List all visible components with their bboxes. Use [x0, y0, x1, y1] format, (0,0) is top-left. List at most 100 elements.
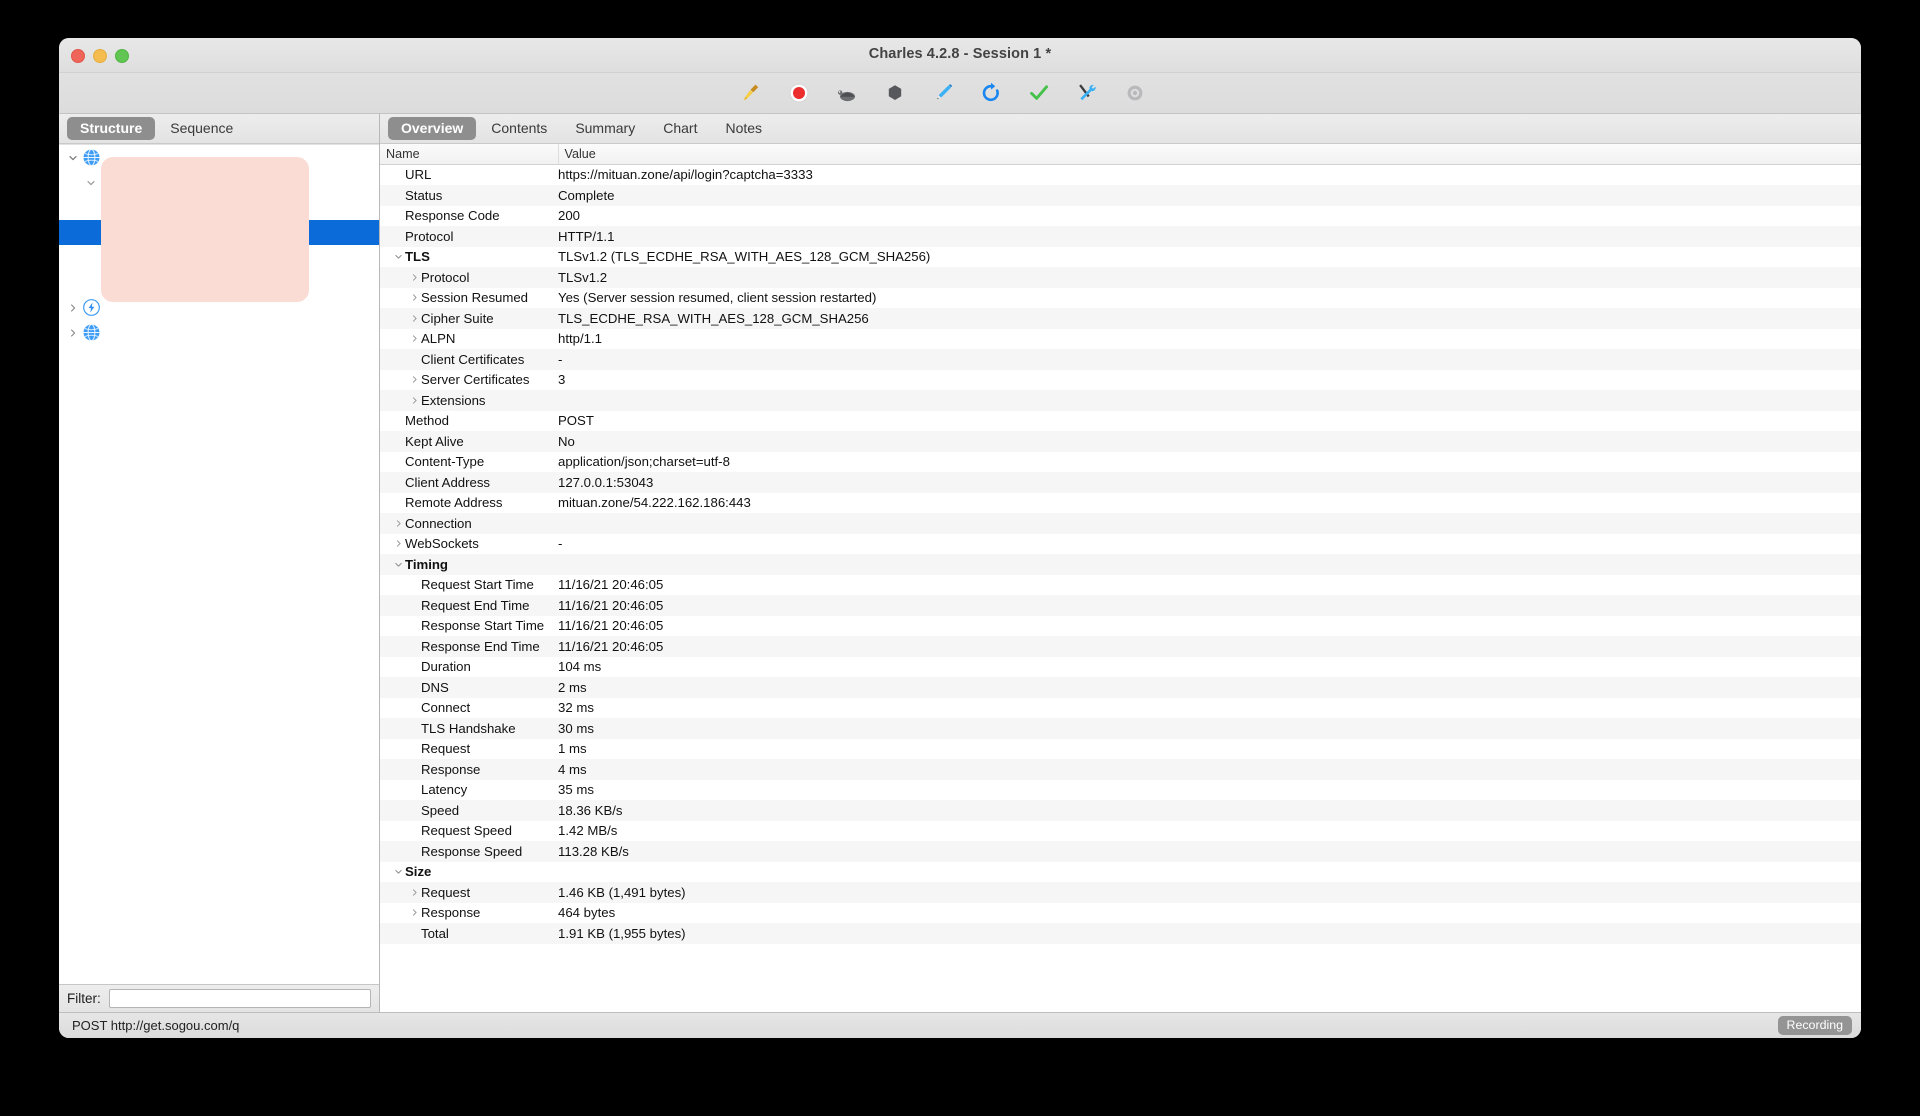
row-name-label: Request: [421, 741, 470, 756]
table-row[interactable]: Client Certificates-: [380, 349, 1861, 370]
table-row[interactable]: Speed18.36 KB/s: [380, 800, 1861, 821]
chevron-down-icon[interactable]: [65, 153, 81, 163]
tree-item-7[interactable]: [59, 320, 379, 345]
settings-icon[interactable]: [1111, 76, 1159, 110]
row-name-label: Kept Alive: [405, 434, 464, 449]
table-row[interactable]: URLhttps://mituan.zone/api/login?captcha…: [380, 164, 1861, 185]
table-row[interactable]: TLSTLSv1.2 (TLS_ECDHE_RSA_WITH_AES_128_G…: [380, 247, 1861, 268]
row-name-label: Remote Address: [405, 495, 503, 510]
table-row[interactable]: Response Speed113.28 KB/s: [380, 841, 1861, 862]
table-row[interactable]: Extensions: [380, 390, 1861, 411]
chevron-right-icon[interactable]: [65, 303, 81, 313]
session-tree[interactable]: [59, 144, 379, 984]
breakpoints-icon[interactable]: [871, 76, 919, 110]
tools-icon[interactable]: [1063, 76, 1111, 110]
throttle-icon[interactable]: [823, 76, 871, 110]
row-value-cell: TLS_ECDHE_RSA_WITH_AES_128_GCM_SHA256: [558, 308, 1861, 329]
table-row[interactable]: StatusComplete: [380, 185, 1861, 206]
row-value-cell: 1.91 KB (1,955 bytes): [558, 923, 1861, 944]
table-row[interactable]: Response Start Time11/16/21 20:46:05: [380, 616, 1861, 637]
column-header-value[interactable]: Value: [558, 144, 1861, 164]
chevron-down-icon[interactable]: [392, 866, 405, 878]
table-row[interactable]: ALPNhttp/1.1: [380, 329, 1861, 350]
table-row[interactable]: Request1.46 KB (1,491 bytes): [380, 882, 1861, 903]
clear-session-icon[interactable]: [727, 76, 775, 110]
table-row[interactable]: Response4 ms: [380, 759, 1861, 780]
table-row[interactable]: Session ResumedYes (Server session resum…: [380, 288, 1861, 309]
table-row[interactable]: Connect32 ms: [380, 698, 1861, 719]
table-row[interactable]: Timing: [380, 554, 1861, 575]
tab-structure[interactable]: Structure: [67, 117, 155, 140]
table-row[interactable]: Size: [380, 862, 1861, 883]
chevron-right-icon[interactable]: [408, 887, 421, 899]
chevron-right-icon[interactable]: [408, 313, 421, 325]
row-name-cell: TLS: [380, 247, 558, 268]
table-row[interactable]: MethodPOST: [380, 411, 1861, 432]
tree-item-0[interactable]: [59, 145, 379, 170]
table-row[interactable]: ProtocolHTTP/1.1: [380, 226, 1861, 247]
row-name-cell: Client Certificates: [380, 349, 558, 370]
filter-input[interactable]: [109, 989, 371, 1008]
table-row[interactable]: Latency 35 ms: [380, 780, 1861, 801]
record-icon[interactable]: [775, 76, 823, 110]
tree-item-5[interactable]: [59, 270, 379, 295]
table-row[interactable]: Request1 ms: [380, 739, 1861, 760]
table-row[interactable]: Cipher SuiteTLS_ECDHE_RSA_WITH_AES_128_G…: [380, 308, 1861, 329]
chevron-down-icon[interactable]: [392, 251, 405, 263]
chevron-right-icon[interactable]: [408, 272, 421, 284]
validate-icon[interactable]: [1015, 76, 1063, 110]
chevron-right-icon[interactable]: [408, 292, 421, 304]
table-row[interactable]: TLS Handshake30 ms: [380, 718, 1861, 739]
table-row[interactable]: DNS2 ms: [380, 677, 1861, 698]
table-row[interactable]: ProtocolTLSv1.2: [380, 267, 1861, 288]
tab-overview[interactable]: Overview: [388, 117, 476, 140]
table-row[interactable]: Response464 bytes: [380, 903, 1861, 924]
chevron-down-icon[interactable]: [392, 559, 405, 571]
row-value-cell: -: [558, 349, 1861, 370]
tree-item-2[interactable]: [59, 195, 379, 220]
tree-item-1[interactable]: [59, 170, 379, 195]
repeat-icon[interactable]: [967, 76, 1015, 110]
tree-item-selected[interactable]: [59, 220, 379, 245]
row-name-label: Latency: [421, 782, 467, 797]
tree-item-4[interactable]: [59, 245, 379, 270]
table-row[interactable]: Response Code200: [380, 206, 1861, 227]
chevron-right-icon[interactable]: [65, 328, 81, 338]
chevron-right-icon[interactable]: [408, 907, 421, 919]
tab-sequence[interactable]: Sequence: [157, 117, 246, 140]
table-row[interactable]: Server Certificates3: [380, 370, 1861, 391]
tab-notes[interactable]: Notes: [712, 117, 775, 140]
table-row[interactable]: Response End Time11/16/21 20:46:05: [380, 636, 1861, 657]
tab-chart[interactable]: Chart: [650, 117, 710, 140]
tab-contents[interactable]: Contents: [478, 117, 560, 140]
row-value-cell: Yes (Server session resumed, client sess…: [558, 288, 1861, 309]
tree-item-6[interactable]: [59, 295, 379, 320]
row-name-label: TLS: [405, 249, 430, 264]
row-value-cell: 35 ms: [558, 780, 1861, 801]
table-row[interactable]: Request End Time11/16/21 20:46:05: [380, 595, 1861, 616]
status-badge[interactable]: Recording: [1778, 1016, 1852, 1035]
row-name-cell: Speed: [380, 800, 558, 821]
table-row[interactable]: Client Address127.0.0.1:53043: [380, 472, 1861, 493]
table-row[interactable]: Kept AliveNo: [380, 431, 1861, 452]
table-row[interactable]: Request Start Time11/16/21 20:46:05: [380, 575, 1861, 596]
table-row[interactable]: Content-Typeapplication/json;charset=utf…: [380, 452, 1861, 473]
overview-detail-panel[interactable]: Name Value URLhttps://mituan.zone/api/lo…: [380, 144, 1861, 1012]
tab-summary[interactable]: Summary: [562, 117, 648, 140]
chevron-right-icon[interactable]: [392, 538, 405, 550]
chevron-down-icon[interactable]: [83, 178, 99, 188]
table-row[interactable]: Duration104 ms: [380, 657, 1861, 678]
chevron-right-icon[interactable]: [408, 333, 421, 345]
row-name-cell: Duration: [380, 657, 558, 678]
table-row[interactable]: Remote Address mituan.zone/54.222.162.186…: [380, 493, 1861, 514]
table-row[interactable]: Connection: [380, 513, 1861, 534]
compose-icon[interactable]: [919, 76, 967, 110]
table-row[interactable]: WebSockets-: [380, 534, 1861, 555]
chevron-right-icon[interactable]: [392, 518, 405, 530]
column-header-name[interactable]: Name: [380, 144, 558, 164]
table-row[interactable]: Total1.91 KB (1,955 bytes): [380, 923, 1861, 944]
table-row[interactable]: Request Speed1.42 MB/s: [380, 821, 1861, 842]
row-value-cell: mituan.zone/54.222.162.186:443: [558, 493, 1861, 514]
chevron-right-icon[interactable]: [408, 395, 421, 407]
chevron-right-icon[interactable]: [408, 374, 421, 386]
